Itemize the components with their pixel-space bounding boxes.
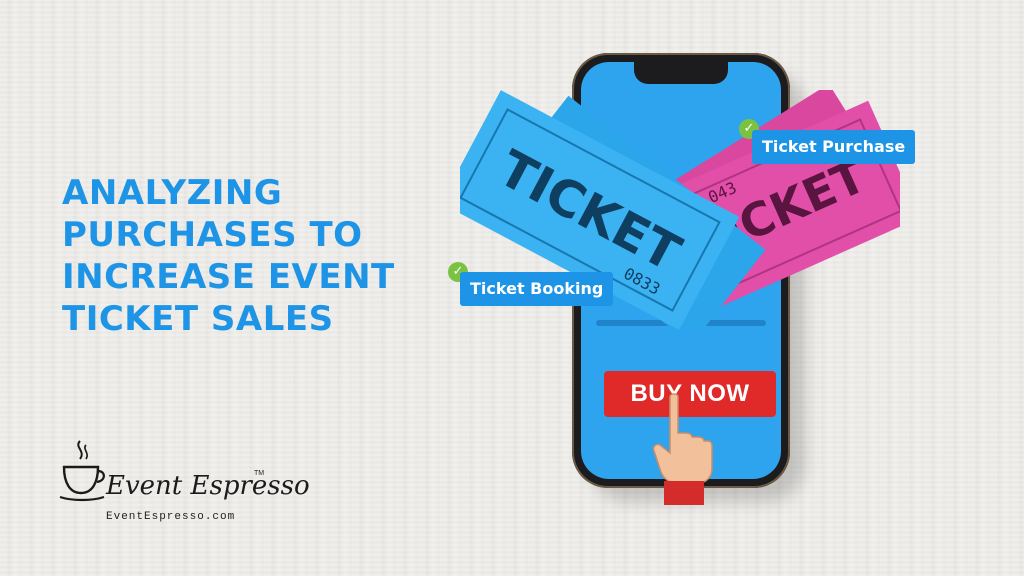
title-line-1: ANALYZING	[62, 173, 283, 213]
ticket-booking-label: Ticket Booking	[460, 272, 614, 306]
logo-trademark: TM	[254, 470, 265, 477]
ticket-purchase-label: Ticket Purchase	[752, 130, 916, 164]
event-espresso-logo: Event Espresso TM EventEspresso.com	[58, 437, 310, 527]
title-line-4: TICKET SALES	[62, 299, 334, 339]
title-line-2: PURCHASES TO	[62, 215, 363, 255]
logo-url: EventEspresso.com	[106, 511, 236, 523]
title-line-3: INCREASE EVENT	[62, 257, 395, 297]
phone-notch	[634, 62, 728, 84]
page-title: ANALYZING PURCHASES TO INCREASE EVENT TI…	[62, 172, 442, 340]
logo-wordmark: Event Espresso	[106, 471, 310, 501]
coffee-cup-icon	[59, 440, 105, 502]
pointing-hand-icon	[652, 393, 713, 505]
